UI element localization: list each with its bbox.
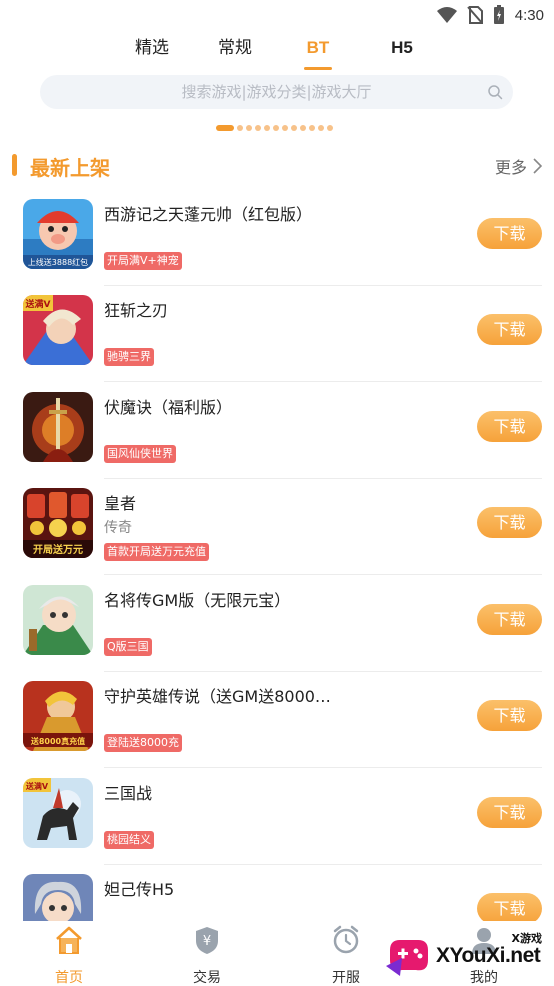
game-subtitle: 传奇 xyxy=(104,520,132,536)
game-name: 伏魔诀（福利版） xyxy=(104,398,233,417)
game-name: 三国战 xyxy=(104,784,153,803)
game-name: 西游记之天蓬元帅（红包版） xyxy=(104,205,313,224)
pager-dot xyxy=(318,125,324,131)
svg-text:¥: ¥ xyxy=(203,934,211,949)
download-button[interactable]: 下载 xyxy=(477,797,542,828)
pager-dot xyxy=(273,125,279,131)
game-name: 妲己传H5 xyxy=(104,880,175,899)
game-name: 狂斩之刃 xyxy=(104,301,169,320)
alarm-clock-icon xyxy=(333,925,359,954)
divider xyxy=(104,574,542,575)
pager-dot xyxy=(216,125,234,131)
game-tag: 登陆送8000充 xyxy=(104,734,182,752)
pager-dot xyxy=(237,125,243,131)
game-name: 守护英雄传说（送GM送8000… xyxy=(104,687,331,706)
game-tag: 桃园结义 xyxy=(104,831,154,849)
status-icons: 4:30 xyxy=(436,5,544,25)
home-icon xyxy=(56,926,82,954)
icon-caption: 送8000真充值 xyxy=(30,736,85,746)
site-watermark: X游戏 XYouXi.net xyxy=(386,930,546,982)
more-label: 更多 xyxy=(494,158,527,177)
game-name: 皇者 xyxy=(104,494,137,513)
game-tag: 首款开局送万元充值 xyxy=(104,543,209,561)
tab-regular[interactable]: 常规 xyxy=(215,36,255,70)
download-button[interactable]: 下载 xyxy=(477,604,542,635)
divider xyxy=(104,381,542,382)
nav-label: 开服 xyxy=(332,970,360,986)
flame-sword-icon[interactable] xyxy=(23,392,93,462)
divider xyxy=(104,767,542,768)
chevron-right-icon xyxy=(533,158,542,174)
search-icon[interactable] xyxy=(487,84,503,100)
section-title: 最新上架 xyxy=(30,156,110,180)
warrior-icon[interactable]: 送满V xyxy=(23,295,93,365)
pager-dot xyxy=(282,125,288,131)
icon-caption: 开局送万元 xyxy=(33,543,83,556)
section-header-new-releases: 最新上架 更多 xyxy=(0,148,554,182)
yen-shield-icon: ¥ xyxy=(196,927,218,954)
nav-server-open[interactable]: 开服 xyxy=(306,925,386,986)
tab-h5[interactable]: H5 xyxy=(384,36,420,70)
pager-dot xyxy=(309,125,315,131)
download-button[interactable]: 下载 xyxy=(477,218,542,249)
game-tag: 国风仙侠世界 xyxy=(104,445,176,463)
knight-icon[interactable]: 送8000真充值 xyxy=(23,681,93,751)
game-row[interactable]: 上线送3888红包 西游记之天蓬元帅（红包版） 开局满V+神宠 下载 xyxy=(0,190,554,286)
more-link[interactable]: 更多 xyxy=(495,154,542,178)
pager-dot xyxy=(255,125,261,131)
game-row[interactable]: 送8000真充值 守护英雄传说（送GM送8000… 登陆送8000充 下载 xyxy=(0,672,554,768)
general-icon[interactable] xyxy=(23,585,93,655)
game-name: 名将传GM版（无限元宝） xyxy=(104,591,291,610)
game-row[interactable]: 送满V 三国战 桃园结义 下载 xyxy=(0,769,554,865)
download-button[interactable]: 下载 xyxy=(477,411,542,442)
pager-dot xyxy=(264,125,270,131)
game-row[interactable]: 送满V 狂斩之刃 驰骋三界 下载 xyxy=(0,286,554,382)
battery-icon xyxy=(493,5,504,24)
nav-label: 交易 xyxy=(193,970,221,986)
icon-caption: 送满V xyxy=(25,781,49,791)
game-tag: Q版三国 xyxy=(104,638,152,656)
game-row[interactable]: 名将传GM版（无限元宝） Q版三国 下载 xyxy=(0,576,554,672)
gamepad-logo-icon xyxy=(386,940,428,976)
game-row[interactable]: 开局送万元 皇者 传奇 首款开局送万元充值 下载 xyxy=(0,479,554,575)
nav-home[interactable]: 首页 xyxy=(29,925,109,986)
download-button[interactable]: 下载 xyxy=(477,893,542,924)
pager-dot xyxy=(327,125,333,131)
banner-pager xyxy=(216,125,333,131)
game-row[interactable]: 伏魔诀（福利版） 国风仙侠世界 下载 xyxy=(0,383,554,479)
tab-featured[interactable]: 精选 xyxy=(132,36,172,70)
no-sim-icon xyxy=(467,6,483,24)
pager-dot xyxy=(246,125,252,131)
section-accent-bar xyxy=(12,154,17,176)
game-tag: 驰骋三界 xyxy=(104,348,154,366)
game-tag: 开局满V+神宠 xyxy=(104,252,182,270)
gold-coins-icon[interactable]: 开局送万元 xyxy=(23,488,93,558)
pig-hero-icon[interactable]: 上线送3888红包 xyxy=(23,199,93,269)
category-tabs: 精选 常规 BT H5 xyxy=(0,36,554,70)
download-button[interactable]: 下载 xyxy=(477,507,542,538)
cavalry-icon[interactable]: 送满V xyxy=(23,778,93,848)
nav-label: 首页 xyxy=(55,970,83,986)
search-bar[interactable]: 搜索游戏|游戏分类|游戏大厅 xyxy=(40,75,513,109)
wifi-icon xyxy=(436,7,457,23)
nav-trade[interactable]: ¥ 交易 xyxy=(167,925,247,986)
icon-caption: 送满V xyxy=(25,298,51,310)
active-tab-indicator xyxy=(304,67,332,70)
download-button[interactable]: 下载 xyxy=(477,700,542,731)
tab-bt[interactable]: BT xyxy=(300,36,336,70)
search-input[interactable]: 搜索游戏|游戏分类|游戏大厅 xyxy=(40,75,513,109)
pager-dot xyxy=(300,125,306,131)
status-time: 4:30 xyxy=(514,6,544,24)
download-button[interactable]: 下载 xyxy=(477,314,542,345)
watermark-main: XYouXi.net xyxy=(436,944,541,967)
status-bar: 4:30 xyxy=(0,0,554,30)
pager-dot xyxy=(291,125,297,131)
icon-caption: 上线送3888红包 xyxy=(28,257,88,267)
